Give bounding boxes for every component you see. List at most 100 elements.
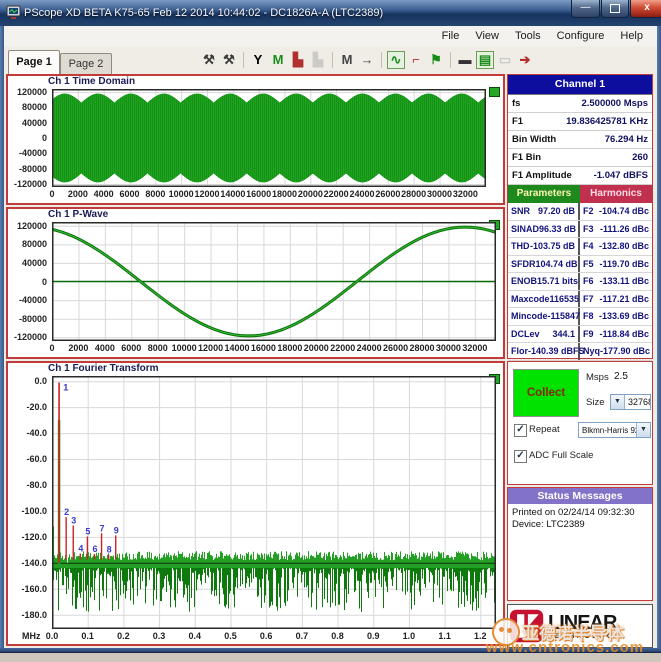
channel-row-value: 19.836425781 KHz [566,113,648,130]
size-label: Size [586,397,604,408]
fft-window-dropdown[interactable]: Blkmn-Harris 92dB ▼ [578,422,651,438]
adc-full-scale-checkbox[interactable]: ✓ [514,450,527,463]
param-value: 104.74 dB [536,256,578,273]
fft-window-dropdown-value: Blkmn-Harris 92dB [579,426,636,435]
menu-items: FileViewToolsConfigureHelp [436,26,649,46]
menu-file[interactable]: File [436,26,466,46]
harmonic-value: -117.21 dBc [599,291,649,308]
status-message-line: Device: LTC2389 [512,519,648,531]
y-tick-label: 40000 [8,258,47,268]
y-tick-label: 120000 [8,221,47,231]
menu-tools[interactable]: Tools [509,26,547,46]
p-wave-chart-panel: Ch 1 P-Wave 12000080000400000-40000-8000… [6,207,505,359]
app-window: PScope XD BETA K75-65 Feb 12 2014 10:44:… [0,0,661,652]
menu-configure[interactable]: Configure [551,26,611,46]
minimize-button[interactable]: — [571,0,600,18]
y-tick-label: -20.0 [8,402,47,412]
x-tick-label: 32000 [455,343,495,353]
tab-page-2[interactable]: Page 2 [60,53,112,74]
filter-y-icon[interactable]: Y [249,51,267,69]
parameters-harmonics-table: SNR97.20 dBF2-104.74 dBcSINAD96.33 dBF3-… [508,203,652,361]
toolbar-separator [450,52,451,68]
y-tick-label: -120.0 [8,532,47,542]
flag-icon[interactable]: ⚑ [427,51,445,69]
histogram-green-icon[interactable]: M [269,51,287,69]
status-message-line: Printed on 02/24/14 09:32:30 [512,507,648,519]
x-tick-label: 0.9 [353,631,393,641]
harmonic-label: F3 [583,221,594,238]
bar-chart-icon[interactable]: ▙ [289,51,307,69]
harmonic-label: F5 [583,256,594,273]
logo-sub-text: TECHNOLOGY [548,633,622,640]
param-label: Flor [511,343,528,360]
fft-window-dropdown-arrow-icon[interactable]: ▼ [636,423,650,437]
close-button[interactable]: x [630,0,661,18]
x-tick-label: 0.3 [139,631,179,641]
title-bar[interactable]: PScope XD BETA K75-65 Feb 12 2014 10:44:… [0,0,661,26]
param-value: 97.20 dB [538,203,575,220]
param-harmonic-row: DCLev344.1F9-118.84 dBc [508,326,652,344]
menu-view[interactable]: View [469,26,505,46]
tab-toolbar-row: Page 1 Page 2 ⚒⚒YM▙▙M→∿⌐⚑▬▤▭➔ [4,46,657,74]
app-icon [6,5,21,20]
harmonic-value: -118.84 dBc [599,326,649,343]
p-wave-plot[interactable] [52,222,496,341]
channel-header: Channel 1 [508,75,652,95]
param-value: 15.71 bits [537,273,578,290]
y-tick-label: 0 [8,133,47,143]
y-tick-label: 80000 [8,239,47,249]
channel-row-value: 2.500000 Msps [581,95,648,112]
x-tick-label: 1.2 [460,631,500,641]
window-layout-icon[interactable]: ▬ [456,51,474,69]
parameters-header: Parameters [508,185,580,203]
menu-help[interactable]: Help [614,26,649,46]
size-dropdown-value: 32768 [625,397,650,407]
msps-field[interactable]: 2.5 [614,371,628,382]
harmonic-label: F2 [583,203,594,220]
repeat-checkbox[interactable]: ✓ [514,424,527,437]
window-border-right [657,26,661,648]
fourier-transform-plot[interactable]: 123456789 [52,376,496,629]
channel-info-row: F1 Amplitude-1.047 dBFS [508,167,652,185]
harmonic-label: F6 [583,273,594,290]
window-title: PScope XD BETA K75-65 Feb 12 2014 10:44:… [24,0,383,26]
x-tick-label: 0.6 [246,631,286,641]
svg-text:9: 9 [114,525,119,535]
x-tick-label: 32000 [445,189,485,199]
y-tick-label: -160.0 [8,584,47,594]
time-domain-chart-title: Ch 1 Time Domain [48,76,135,87]
max-hold-icon[interactable]: M [338,51,356,69]
time-domain-plot[interactable] [52,89,486,187]
maximize-button[interactable] [601,0,629,18]
channel-row-label: fs [512,95,520,112]
pick-tool-icon[interactable]: ⚒ [220,51,238,69]
toolbar: ⚒⚒YM▙▙M→∿⌐⚑▬▤▭➔ [200,49,534,71]
svg-text:2: 2 [64,507,69,517]
wave-capture-icon[interactable]: ∿ [387,51,405,69]
logo-brand-text: LINEAR [548,613,622,633]
hammer-tool-icon[interactable]: ⚒ [200,51,218,69]
window-border-bottom [0,648,661,652]
channel-info-row: fs 2.500000 Msps [508,95,652,113]
y-tick-label: 40000 [8,118,47,128]
notch-tool-icon[interactable]: ⌐ [407,51,425,69]
tab-page-1[interactable]: Page 1 [8,50,60,74]
y-tick-label: -80.0 [8,480,47,490]
y-tick-label: -40.0 [8,428,47,438]
size-dropdown[interactable]: ▼ 32768 [610,394,651,410]
channel-info-row: F119.836425781 KHz [508,113,652,131]
y-tick-label: 120000 [8,87,47,97]
param-harmonic-row: SFDR104.74 dBF5-119.70 dBc [508,256,652,274]
channel-row-label: F1 Amplitude [512,167,572,184]
size-dropdown-arrow-icon[interactable]: ▼ [611,395,625,409]
harmonic-value: -133.11 dBc [599,273,649,290]
y-tick-label: 80000 [8,102,47,112]
export-icon[interactable]: ➔ [516,51,534,69]
y-tick-label: -120000 [8,332,47,342]
collect-button[interactable]: Collect [513,369,579,417]
fourier-chart-panel: Ch 1 Fourier Transform MHz 0.0-20.0-40.0… [6,361,505,646]
param-value: -103.75 dB [530,238,575,255]
param-value: 96.33 dB [539,221,576,238]
window-layout-green-icon[interactable]: ▤ [476,51,494,69]
averaging-icon[interactable]: → [358,51,376,69]
